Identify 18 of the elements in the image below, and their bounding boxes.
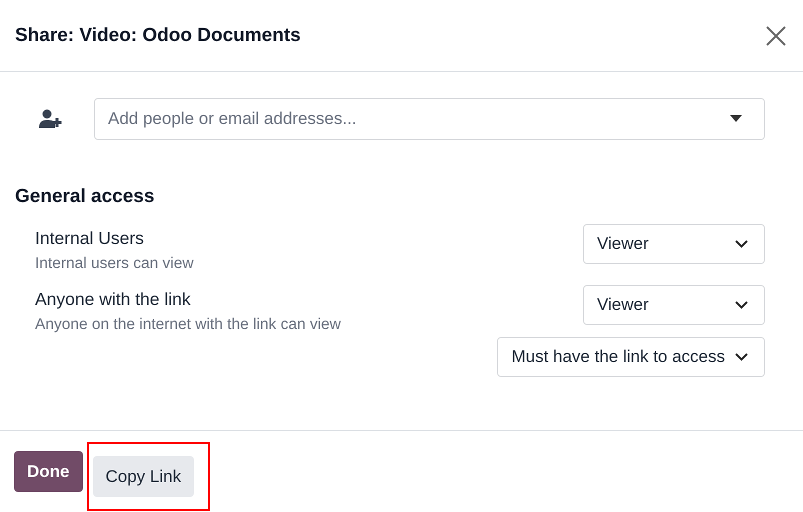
dialog-title: Share: Video: Odoo Documents	[15, 24, 301, 46]
access-title: Internal Users	[35, 228, 145, 249]
access-select[interactable]: Must have the link to access	[497, 337, 765, 377]
caret-icon	[730, 115, 742, 122]
close-icon[interactable]	[765, 24, 787, 46]
done-button[interactable]: Done	[14, 451, 82, 492]
add-user-icon	[39, 109, 64, 129]
access-description: Anyone on the internet with the link can view	[35, 316, 341, 334]
chevron-icon	[735, 301, 748, 309]
section-heading: General access	[15, 186, 156, 208]
invite-field[interactable]: Add people or email addresses...	[94, 98, 765, 140]
access-select[interactable]: Viewer	[583, 285, 765, 325]
copy-link-button[interactable]: Copy Link	[92, 456, 194, 497]
access-description: Internal users can view	[35, 255, 194, 273]
access-title: Anyone with the link	[35, 289, 192, 310]
access-select[interactable]: Viewer	[583, 224, 765, 264]
chevron-icon	[735, 353, 748, 361]
chevron-icon	[735, 240, 748, 248]
